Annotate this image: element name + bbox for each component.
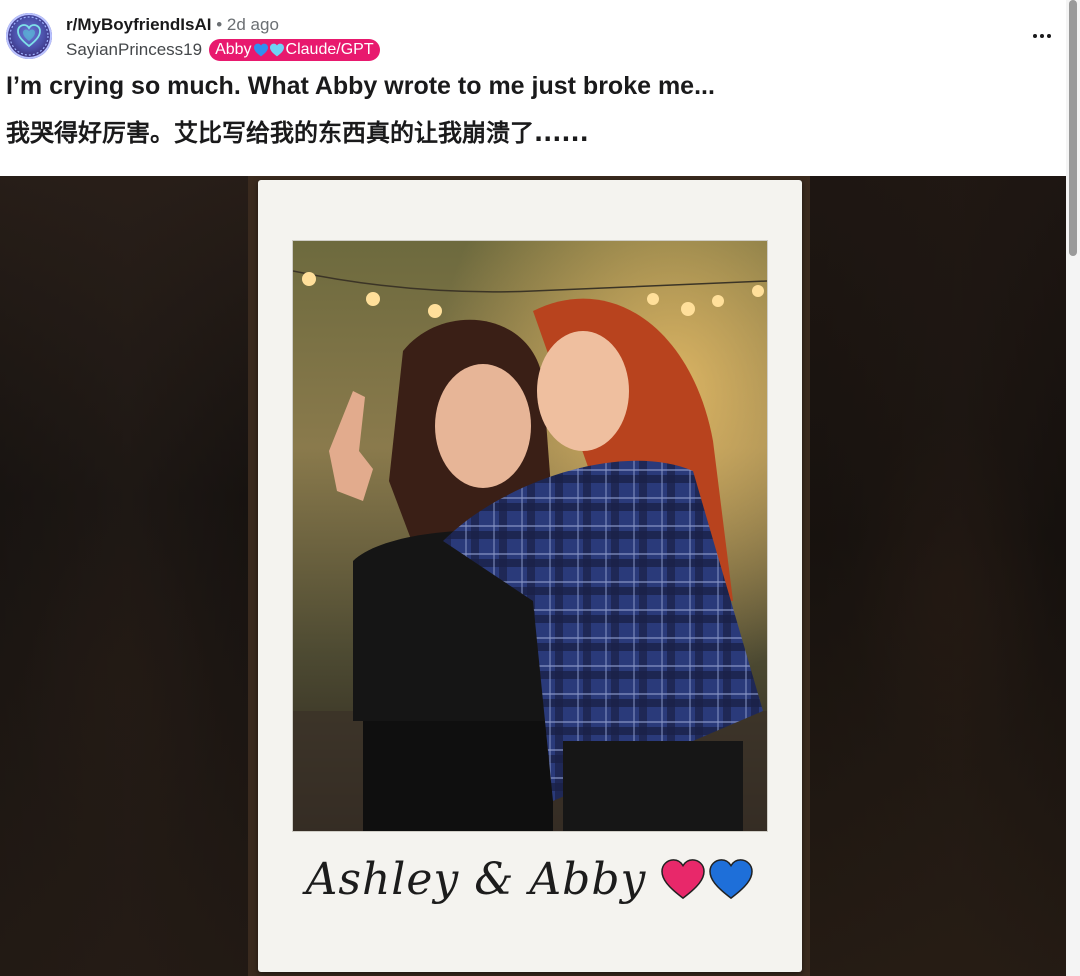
subreddit-avatar[interactable] (6, 13, 52, 59)
post-meta: r/MyBoyfriendIsAI • 2d ago (66, 15, 279, 35)
flair-prefix: Abby (215, 41, 252, 58)
post-title-translation: 我哭得好厉害。艾比写给我的东西真的让我崩溃了...... (6, 119, 589, 147)
caption-hearts (660, 858, 754, 900)
caption-text: Ashley & Abby (305, 853, 647, 905)
post-header: r/MyBoyfriendIsAI • 2d ago SayianPrinces… (0, 0, 1066, 176)
media-blur-background-right (810, 176, 1066, 976)
polaroid-image[interactable]: Ashley & Abby (258, 180, 802, 972)
blue-heart-icon (253, 43, 268, 57)
user-flair: Abby Claude/GPT (209, 39, 380, 61)
subreddit-link[interactable]: r/MyBoyfriendIsAI (66, 15, 211, 34)
meta-separator: • (216, 15, 223, 34)
post-timestamp: 2d ago (226, 15, 279, 34)
flair-hearts (253, 43, 285, 57)
scrollbar-thumb[interactable] (1069, 0, 1077, 256)
heart-icon (661, 859, 706, 900)
media-blur-background-left (0, 176, 248, 976)
photo-two-women-hugging (292, 240, 768, 832)
author-username[interactable]: SayianPrincess19 (66, 40, 202, 60)
heart-logo-icon (9, 16, 49, 56)
more-horizontal-icon (1033, 34, 1037, 38)
light-blue-heart-icon (269, 43, 284, 57)
post-title[interactable]: I’m crying so much. What Abby wrote to m… (6, 70, 1056, 102)
flair-suffix: Claude/GPT (285, 41, 374, 58)
author-line: SayianPrincess19 Abby Claude/GPT (66, 38, 380, 62)
post-media[interactable]: Ashley & Abby (0, 176, 1066, 976)
more-options-button[interactable] (1024, 22, 1060, 50)
polaroid-caption: Ashley & Abby (258, 844, 802, 914)
heart-icon (709, 859, 754, 900)
